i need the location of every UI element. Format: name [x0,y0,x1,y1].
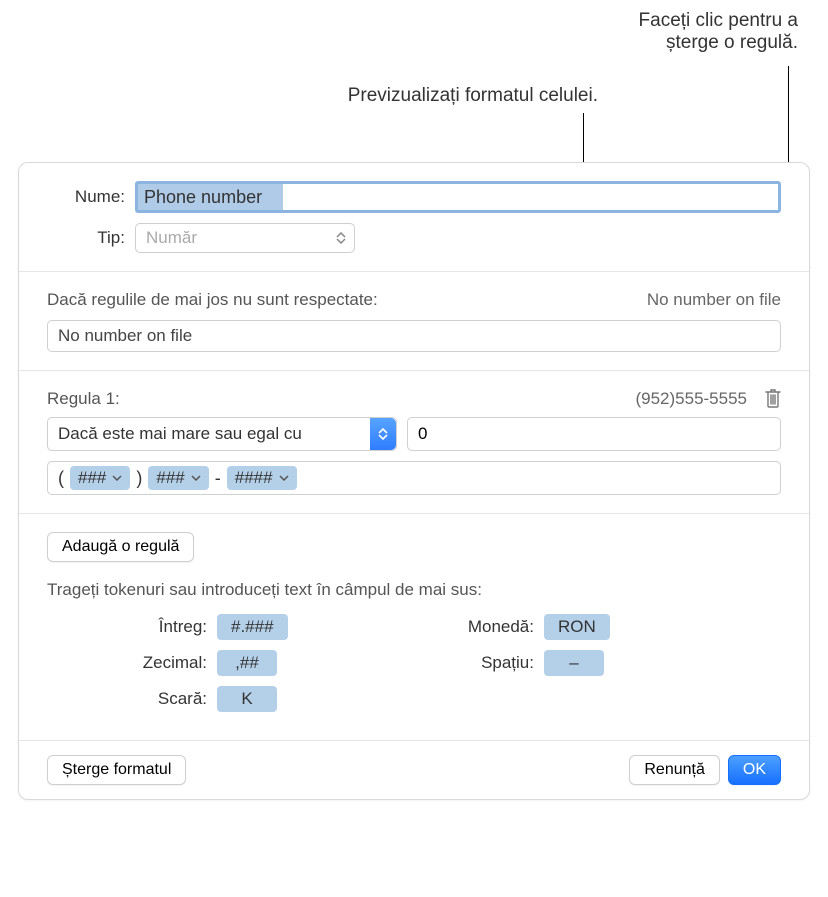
chevron-down-icon [112,475,122,481]
token-space-label: Spațiu: [454,653,534,673]
else-preview: No number on file [647,290,781,310]
token-integer-label: Întreg: [127,617,207,637]
chevron-down-icon [279,475,289,481]
rule1-condition-select[interactable]: Dacă este mai mare sau egal cu [47,417,397,451]
rule1-condition-value[interactable] [407,417,781,451]
token-integer-4[interactable]: #### [227,466,297,490]
else-format-input[interactable] [47,320,781,352]
format-text: ) [134,468,144,489]
custom-format-dialog: Nume: Tip: Număr Dacă regulile de mai jo… [18,162,810,800]
rule1-label: Regula 1: [47,389,120,409]
token-currency-label: Monedă: [454,617,534,637]
token-decimal-label: Zecimal: [127,653,207,673]
format-text: ( [56,468,66,489]
else-heading: Dacă regulile de mai jos nu sunt respect… [47,290,378,310]
annotation-delete-rule: Faceți clic pentru a șterge o regulă. [198,10,798,54]
name-label: Nume: [47,187,125,207]
type-select-value: Număr [146,228,197,248]
format-text: - [213,468,223,489]
chevron-down-icon [191,475,201,481]
delete-format-button[interactable]: Șterge formatul [47,755,186,785]
cancel-button[interactable]: Renunță [629,755,720,785]
token-integer[interactable]: #.### [217,614,288,640]
type-select[interactable]: Număr [135,223,355,253]
tokens-hint: Trageți tokenuri sau introduceți text în… [47,580,781,600]
token-decimal[interactable]: ,## [217,650,277,676]
ok-button[interactable]: OK [728,755,781,785]
token-scale-label: Scară: [127,689,207,709]
chevron-updown-icon [370,418,396,450]
token-integer-3b[interactable]: ### [148,466,208,490]
token-currency[interactable]: RON [544,614,610,640]
type-label: Tip: [47,228,125,248]
rule1-condition-label: Dacă este mai mare sau egal cu [58,424,302,444]
chevron-updown-icon [332,228,350,248]
token-space[interactable]: – [544,650,604,676]
trash-icon[interactable] [763,387,785,411]
rule1-preview: (952)555-5555 [635,389,747,409]
add-rule-button[interactable]: Adaugă o regulă [47,532,194,562]
token-scale[interactable]: K [217,686,277,712]
annotation-preview-format: Previzualizați formatul celulei. [0,85,598,107]
name-input[interactable] [135,181,781,213]
token-integer-3[interactable]: ### [70,466,130,490]
rule1-format-input[interactable]: ( ### ) ### - #### [47,461,781,495]
